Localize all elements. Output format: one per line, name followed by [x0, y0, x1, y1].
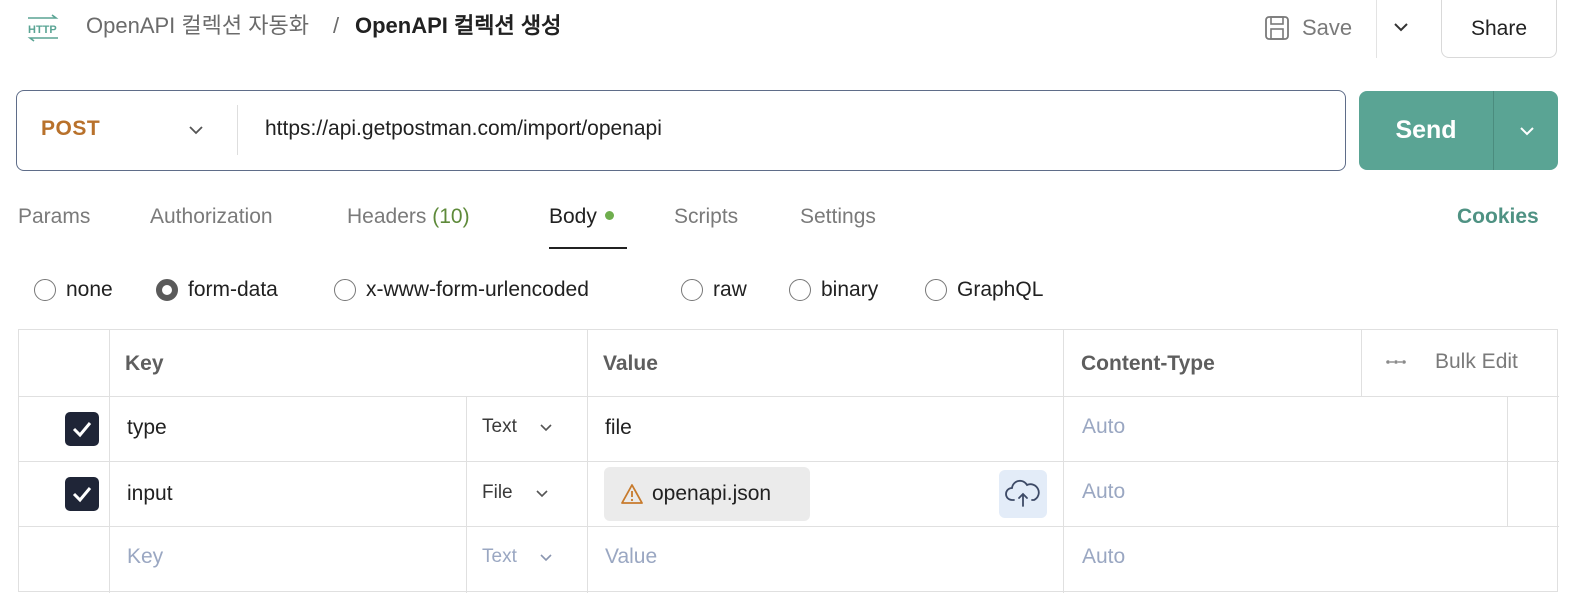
share-button[interactable]: Share [1441, 0, 1557, 58]
divider [1507, 396, 1508, 526]
column-header-key: Key [125, 352, 164, 375]
divider [19, 396, 1559, 397]
radio-form-data[interactable]: form-data [156, 276, 278, 304]
bulk-edit-label: Bulk Edit [1435, 350, 1518, 373]
divider [19, 461, 1559, 462]
file-chip[interactable]: openapi.json [604, 467, 810, 521]
radio-label: form-data [188, 278, 278, 301]
radio-circle-selected [156, 279, 178, 301]
type-select[interactable]: Text [482, 416, 555, 438]
send-button[interactable]: Send [1359, 91, 1493, 170]
tab-params[interactable]: Params [18, 202, 90, 232]
cloud-upload-icon [1005, 479, 1040, 507]
request-title[interactable]: OpenAPI 컬렉션 생성 [355, 12, 561, 40]
url-input[interactable]: https://api.getpostman.com/import/openap… [265, 117, 662, 141]
radio-circle [34, 279, 56, 301]
active-tab-underline [549, 247, 627, 249]
breadcrumb-separator: / [333, 13, 340, 38]
divider [1493, 91, 1494, 170]
key-cell[interactable]: input [127, 480, 173, 508]
radio-label: none [66, 278, 113, 301]
save-icon [1265, 16, 1289, 40]
send-button-group: Send [1359, 91, 1558, 170]
divider [1361, 330, 1362, 396]
divider [587, 330, 588, 593]
tab-body[interactable]: Body [549, 202, 614, 232]
tab-authorization[interactable]: Authorization [150, 202, 273, 232]
warning-icon [621, 484, 643, 504]
radio-circle [334, 279, 356, 301]
type-select[interactable]: File [482, 482, 551, 504]
save-button[interactable]: Save [1262, 8, 1352, 48]
chevron-down-icon[interactable] [185, 119, 207, 141]
value-input[interactable]: Value [605, 543, 657, 571]
send-options-chevron-icon[interactable] [1515, 119, 1539, 143]
column-header-value: Value [603, 352, 658, 375]
tab-settings[interactable]: Settings [800, 202, 876, 232]
tab-headers[interactable]: Headers (10) [347, 202, 470, 232]
upload-button[interactable] [999, 470, 1047, 518]
chevron-down-icon [540, 554, 552, 562]
type-label: Text [482, 546, 517, 567]
radio-circle [789, 279, 811, 301]
type-label: File [482, 482, 513, 503]
chevron-down-icon [540, 424, 552, 432]
tab-scripts[interactable]: Scripts [674, 202, 738, 232]
svg-text:HTTP: HTTP [28, 24, 57, 36]
radio-circle [681, 279, 703, 301]
headers-count: (10) [432, 205, 470, 228]
content-type-cell[interactable]: Auto [1082, 543, 1125, 571]
type-select[interactable]: Text [482, 546, 555, 568]
divider [466, 396, 467, 593]
divider [1376, 0, 1377, 58]
radio-circle [925, 279, 947, 301]
divider [1063, 330, 1064, 593]
divider [109, 330, 110, 593]
check-icon [72, 487, 92, 503]
form-data-table: Key Value Content-Type Bulk Edit type Te… [18, 329, 1559, 593]
content-type-cell[interactable]: Auto [1082, 413, 1125, 441]
save-label: Save [1302, 15, 1353, 40]
row-checkbox[interactable] [65, 412, 99, 446]
breadcrumb-parent[interactable]: OpenAPI 컬렉션 자동화 [86, 12, 309, 40]
bulk-edit-icon [1386, 360, 1406, 364]
url-bar: POST https://api.getpostman.com/import/o… [16, 90, 1346, 171]
chevron-down-icon[interactable] [1388, 14, 1414, 40]
key-cell[interactable]: type [127, 414, 167, 442]
key-input[interactable]: Key [127, 543, 163, 571]
radio-label: x-www-form-urlencoded [366, 278, 589, 301]
check-icon [72, 422, 92, 438]
value-cell[interactable]: file [605, 414, 632, 442]
bulk-edit-button[interactable]: Bulk Edit [1385, 350, 1518, 374]
column-header-content-type: Content-Type [1081, 352, 1215, 375]
radio-label: binary [821, 278, 879, 301]
file-name: openapi.json [652, 482, 772, 505]
chevron-down-icon [536, 490, 548, 498]
http-request-icon: HTTP [27, 14, 59, 42]
divider [237, 105, 238, 155]
cookies-link[interactable]: Cookies [1457, 202, 1539, 232]
radio-none[interactable]: none [34, 276, 113, 304]
radio-raw[interactable]: raw [681, 276, 747, 304]
method-select[interactable]: POST [41, 117, 100, 141]
divider [19, 526, 1559, 527]
request-header: HTTP OpenAPI 컬렉션 자동화 / OpenAPI 컬렉션 생성 Sa… [0, 0, 1584, 58]
tab-headers-label: Headers [347, 205, 427, 228]
radio-label: GraphQL [957, 278, 1044, 301]
radio-x-www-form-urlencoded[interactable]: x-www-form-urlencoded [334, 276, 589, 304]
row-checkbox[interactable] [65, 477, 99, 511]
type-label: Text [482, 416, 517, 437]
content-type-cell[interactable]: Auto [1082, 478, 1125, 506]
radio-binary[interactable]: binary [789, 276, 878, 304]
body-indicator-dot [604, 210, 614, 220]
radio-label: raw [713, 278, 747, 301]
radio-graphql[interactable]: GraphQL [925, 276, 1043, 304]
tab-body-label: Body [549, 205, 597, 228]
